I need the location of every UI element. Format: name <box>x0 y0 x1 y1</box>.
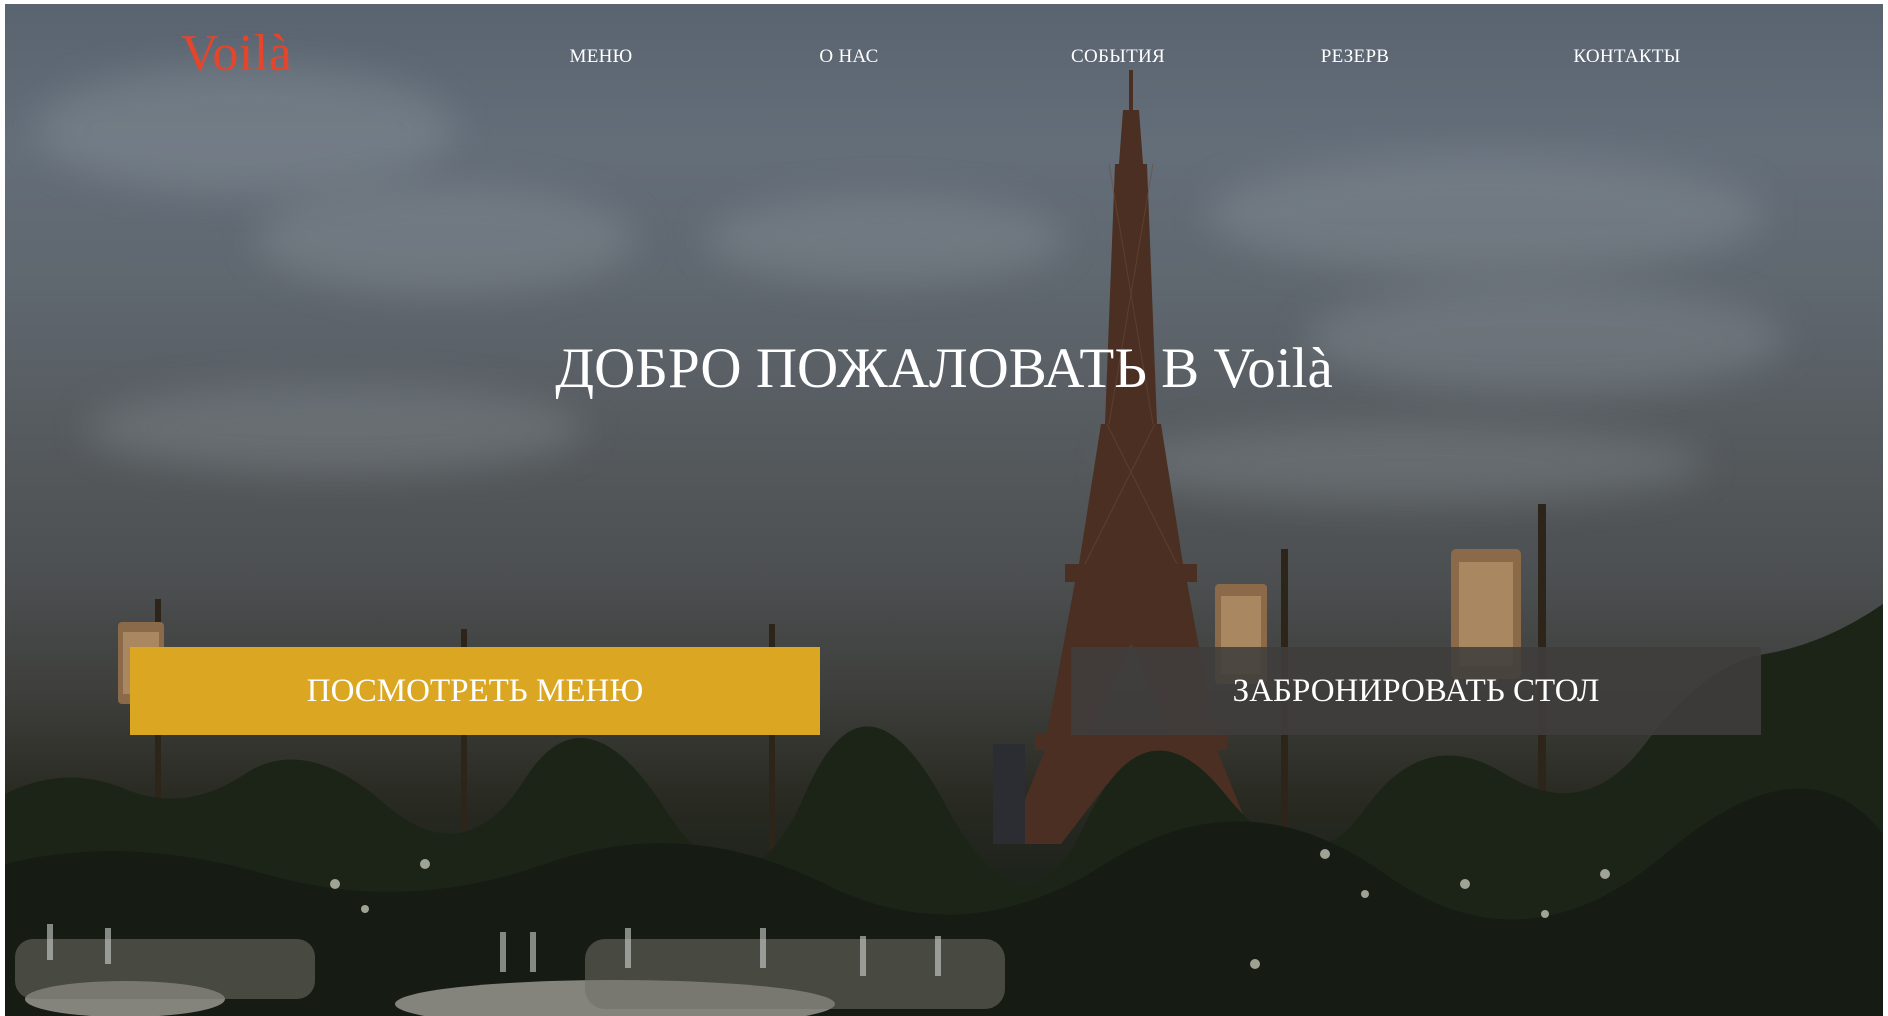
nav-item-menu[interactable]: МЕНЮ <box>570 44 633 70</box>
nav-item-events[interactable]: СОБЫТИЯ <box>1071 44 1165 70</box>
hero-background-photo <box>5 4 1883 1016</box>
reserve-table-button[interactable]: ЗАБРОНИРОВАТЬ СТОЛ <box>1071 647 1761 735</box>
main-nav: МЕНЮ О НАС СОБЫТИЯ РЕЗЕРВ КОНТАКТЫ <box>5 44 1883 70</box>
view-menu-button[interactable]: ПОСМОТРЕТЬ МЕНЮ <box>130 647 820 735</box>
nav-item-about[interactable]: О НАС <box>819 44 878 70</box>
nav-item-contacts[interactable]: КОНТАКТЫ <box>1573 44 1680 70</box>
nav-item-reserve[interactable]: РЕЗЕРВ <box>1321 44 1390 70</box>
hero-title: ДОБРО ПОЖАЛОВАТЬ В Voilà <box>555 337 1333 400</box>
eiffel-tower-scene <box>5 70 1883 1016</box>
hero-section: Voilà МЕНЮ О НАС СОБЫТИЯ РЕЗЕРВ КОНТАКТЫ… <box>5 4 1883 1016</box>
